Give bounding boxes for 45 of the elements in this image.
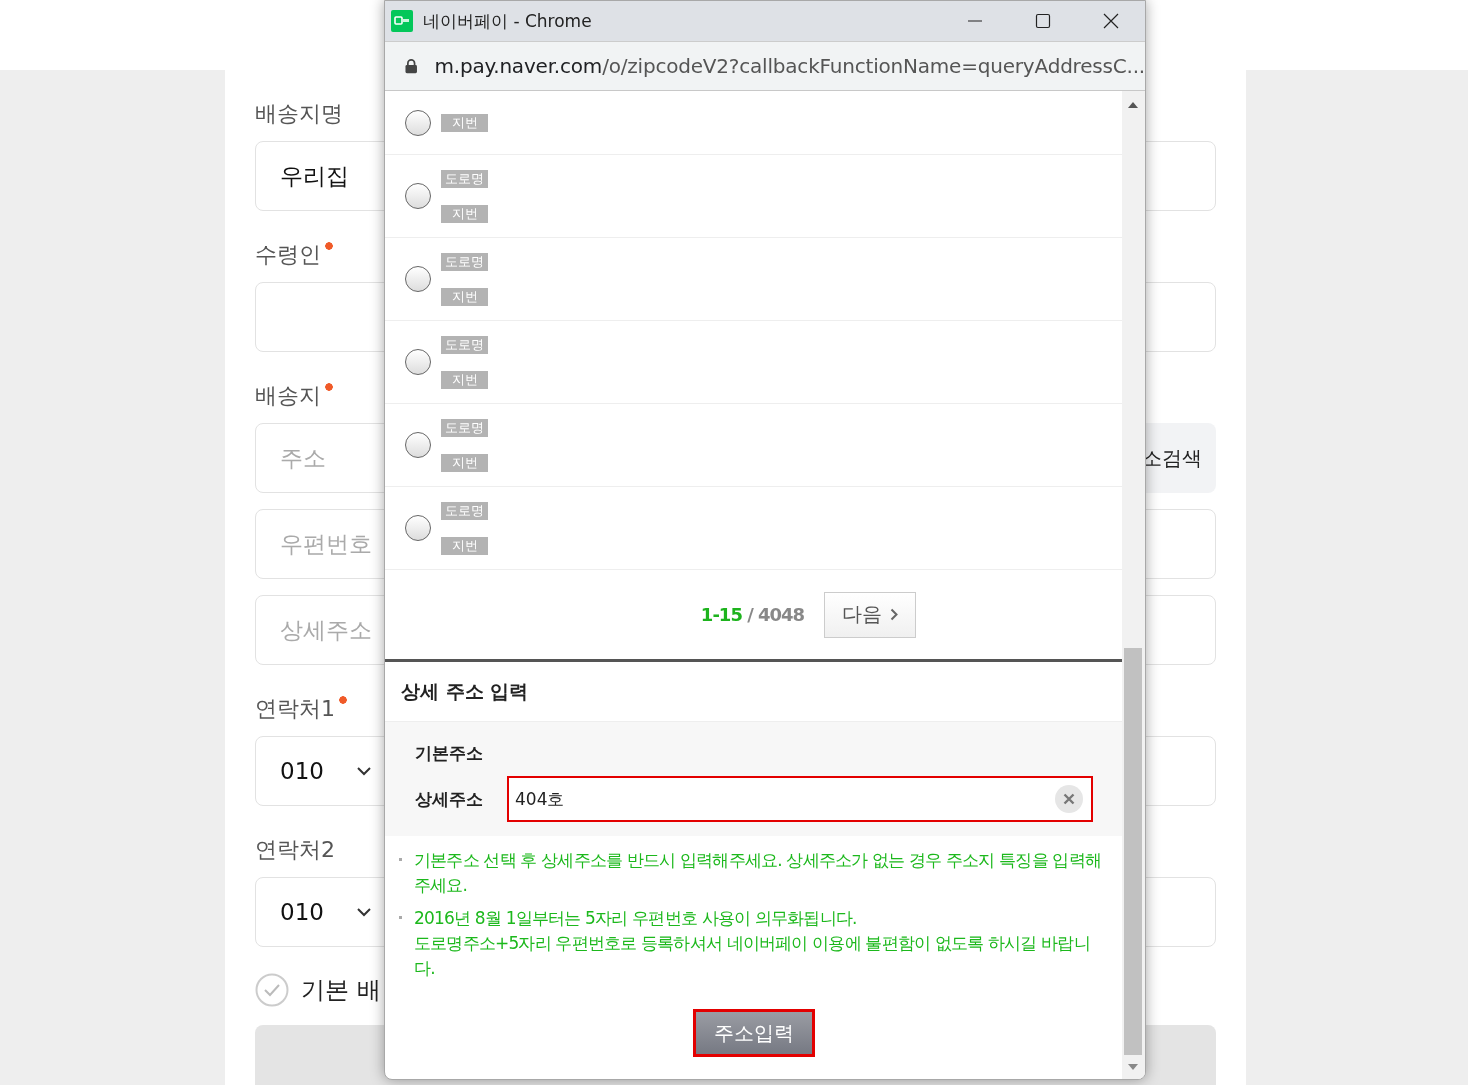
bullet-mark — [399, 858, 402, 861]
address-type-badge: 지번 — [441, 204, 488, 223]
clear-icon[interactable] — [1055, 785, 1083, 813]
field-label: 배송지명 — [255, 100, 343, 128]
checkbox-label: 기본 배 — [301, 975, 381, 1006]
scroll-down-icon[interactable] — [1128, 1064, 1138, 1070]
checkbox[interactable] — [255, 973, 289, 1007]
scrollbar[interactable] — [1122, 91, 1145, 1079]
chevron-down-icon — [355, 907, 372, 917]
bullet-mark — [399, 916, 402, 919]
notice-text: 2016년 8월 1일부터는 5자리 우편번호 사용이 의무화됩니다. — [414, 907, 858, 930]
detail-address-field[interactable]: 404호 — [507, 776, 1093, 822]
window-title: 네이버페이 - Chrome — [423, 9, 592, 33]
chevron-down-icon — [355, 766, 372, 776]
address-type-badge: 지번 — [441, 370, 488, 389]
radio-button[interactable] — [405, 266, 431, 292]
radio-button[interactable] — [405, 432, 431, 458]
radio-button[interactable] — [405, 515, 431, 541]
close-icon[interactable] — [1103, 13, 1119, 29]
result-count: 1-15 / 4048 — [700, 604, 805, 625]
address-type-badge: 지번 — [441, 536, 488, 555]
lock-icon — [405, 58, 418, 74]
address-type-badge: 도로명 — [441, 501, 488, 520]
address-type-badge: 지번 — [441, 113, 488, 132]
radio-button[interactable] — [405, 109, 431, 136]
address-type-badge: 도로명 — [441, 418, 488, 437]
scrollbar-thumb[interactable] — [1124, 648, 1142, 1055]
scroll-up-icon[interactable] — [1128, 102, 1138, 108]
field-label: 상세주소 — [415, 787, 484, 811]
field-label: 연락처2 — [255, 836, 335, 864]
chevron-right-icon — [890, 608, 899, 621]
pay-logo-icon — [391, 10, 413, 32]
address-type-badge: 도로명 — [441, 335, 488, 354]
notice-text: 도로명주소+5자리 우편번호로 등록하셔서 네이버페이 이용에 불편함이 없도록 하시길 바랍니다. — [414, 932, 1091, 980]
field-label: 기본주소 — [415, 741, 484, 765]
address-type-badge: 도로명 — [441, 169, 488, 188]
next-page-button[interactable]: 다음 — [824, 591, 917, 638]
maximize-icon[interactable] — [1035, 13, 1051, 29]
notice-text: 기본주소 선택 후 상세주소를 반드시 입력해주세요. 상세주소가 없는 경우 주소지 특징을 입력해주세요. — [414, 849, 1102, 897]
address-type-badge: 지번 — [441, 453, 488, 472]
url-text: m.pay.naver.com/o/zipcodeV2?callbackFunctionName=queryAddressC... — [434, 54, 1145, 78]
radio-button[interactable] — [405, 183, 431, 209]
radio-button[interactable] — [405, 349, 431, 375]
address-type-badge: 도로명 — [441, 252, 488, 271]
address-type-badge: 지번 — [441, 287, 488, 306]
